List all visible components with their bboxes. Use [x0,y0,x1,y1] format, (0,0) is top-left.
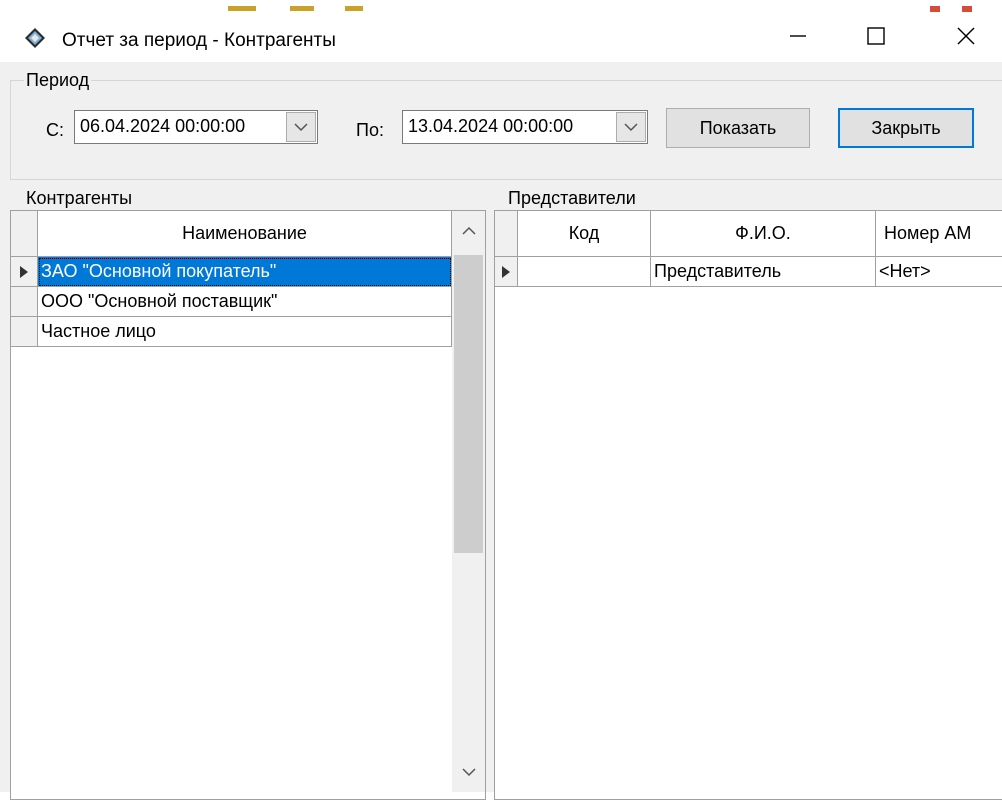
table-row[interactable]: ЗАО "Основной покупатель" [38,257,452,287]
row-indicator[interactable] [495,257,518,287]
title-bar[interactable]: Отчет за период - Контрагенты [0,0,1002,62]
close-window-button[interactable] [938,8,994,64]
representatives-header-corner [495,211,518,257]
table-cell-code[interactable] [518,257,651,287]
from-date-value: 06.04.2024 00:00:00 [80,116,246,136]
vertical-scrollbar[interactable] [452,211,485,792]
chevron-down-icon [461,768,476,777]
minimize-button[interactable] [770,8,826,64]
to-date-dropdown[interactable] [616,112,646,142]
column-header-fio[interactable]: Ф.И.О. [651,211,876,257]
to-date-combo[interactable]: 13.04.2024 00:00:00 [402,110,648,144]
scroll-up-button[interactable] [452,211,485,251]
maximize-icon [867,27,885,45]
minimize-icon [790,35,806,37]
column-header-code[interactable]: Код [518,211,651,257]
column-header-name[interactable]: Наименование [38,211,452,257]
row-indicator[interactable] [11,257,38,287]
to-date-value: 13.04.2024 00:00:00 [408,116,574,136]
current-row-arrow-icon [502,265,510,278]
period-legend: Период [24,70,92,91]
table-row[interactable]: ООО "Основной поставщик" [38,287,452,317]
scroll-down-button[interactable] [452,752,485,792]
row-indicator[interactable] [11,287,38,317]
table-cell-fio[interactable]: Представитель [651,257,876,287]
from-date-dropdown[interactable] [286,112,316,142]
scroll-thumb[interactable] [454,255,483,553]
representatives-legend: Представители [506,188,638,209]
close-icon [957,27,975,45]
show-button[interactable]: Показать [666,108,810,148]
table-cell-am-number[interactable]: <Нет> [876,257,1002,287]
chevron-down-icon [294,123,308,132]
app-diamond-icon[interactable] [24,27,46,49]
row-indicator[interactable] [11,317,38,347]
counterparties-legend: Контрагенты [24,188,135,209]
chevron-down-icon [624,123,638,132]
representatives-grid[interactable] [494,210,1002,800]
maximize-button[interactable] [848,8,904,64]
close-button[interactable]: Закрыть [838,108,974,148]
window-title: Отчет за период - Контрагенты [62,30,336,51]
to-label: По: [356,120,384,140]
current-row-arrow-icon [20,265,28,278]
from-date-combo[interactable]: 06.04.2024 00:00:00 [74,110,318,144]
table-row[interactable]: Частное лицо [38,317,452,347]
counterparties-header-corner [11,211,38,257]
column-header-am-number[interactable]: Номер АМ [876,211,1002,257]
chevron-up-icon [461,226,476,235]
from-label: С: [46,120,64,140]
